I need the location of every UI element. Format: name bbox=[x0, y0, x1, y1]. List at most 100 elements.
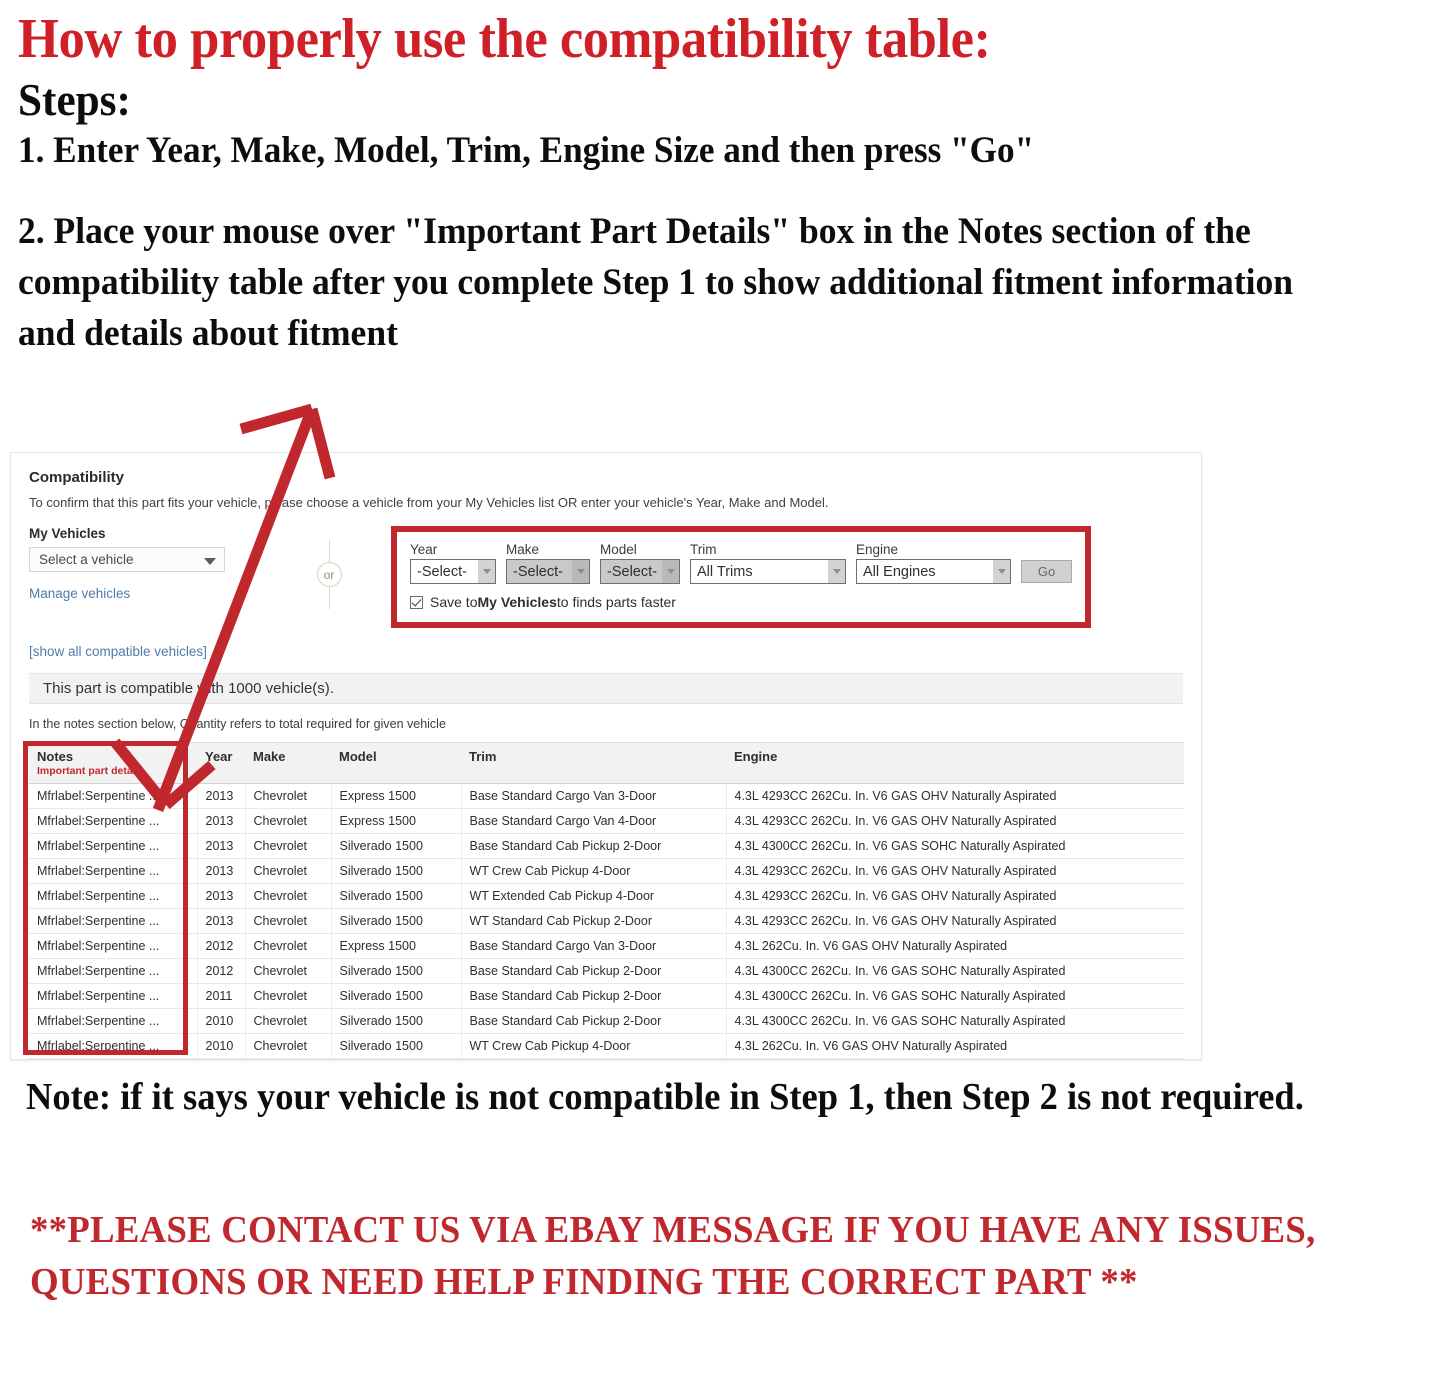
compatibility-heading: Compatibility bbox=[29, 469, 125, 486]
table-row[interactable]: Mfrlabel:Serpentine ... 2013 Chevrolet Silv… bbox=[29, 858, 1184, 884]
column-header-make[interactable]: Make bbox=[245, 742, 331, 784]
cell-make: Chevrolet bbox=[245, 933, 332, 959]
save-to-my-vehicles-row[interactable]: Save to My Vehicles to finds parts faste… bbox=[410, 594, 1072, 610]
cell-year: 2012 bbox=[197, 958, 246, 984]
cell-model: Silverado 1500 bbox=[331, 1008, 462, 1034]
cell-model: Silverado 1500 bbox=[331, 958, 462, 984]
make-select[interactable]: -Select- bbox=[506, 559, 590, 584]
my-vehicles-group: My Vehicles Select a vehicle Manage vehi… bbox=[29, 526, 267, 601]
cell-notes[interactable]: Mfrlabel:Serpentine ... bbox=[29, 1058, 198, 1059]
manage-vehicles-link[interactable]: Manage vehicles bbox=[29, 586, 267, 601]
table-row[interactable]: Mfrlabel:Serpentine ... 2012 Chevrolet Expr… bbox=[29, 933, 1184, 959]
engine-select[interactable]: All Engines bbox=[856, 559, 1011, 584]
contact-text: **PLEASE CONTACT US VIA EBAY MESSAGE IF … bbox=[30, 1209, 1316, 1303]
cell-notes[interactable]: Mfrlabel:Serpentine ... bbox=[29, 883, 198, 909]
cell-year: 2013 bbox=[197, 833, 246, 859]
table-row[interactable]: Mfrlabel:Serpentine ...2010ChevroletSilv… bbox=[29, 1058, 1184, 1059]
cell-notes[interactable]: Mfrlabel:Serpentine ... bbox=[29, 933, 198, 959]
or-line-bottom bbox=[328, 587, 330, 609]
quantity-note: In the notes section below, Quantity ref… bbox=[29, 717, 446, 731]
cell-trim: Base Standard Cab Pickup 2-Door bbox=[461, 833, 727, 859]
cell-trim: Base Standard Cargo Van 3-Door bbox=[461, 933, 727, 959]
my-vehicles-select[interactable]: Select a vehicle bbox=[29, 547, 225, 572]
cell-trim: WT Extended Cab Pickup 4-Door bbox=[461, 883, 727, 909]
cell-make: Chevrolet bbox=[245, 983, 332, 1009]
cell-notes[interactable]: Mfrlabel:Serpentine ... bbox=[29, 858, 198, 884]
save-checkbox[interactable] bbox=[410, 595, 423, 609]
make-label: Make bbox=[506, 542, 540, 557]
cell-trim: WT Extended Cab Pickup 4-Door bbox=[461, 1058, 727, 1059]
chevron-down-icon bbox=[662, 560, 679, 583]
cell-model: Silverado 1500 bbox=[331, 833, 462, 859]
trim-select[interactable]: All Trims bbox=[690, 559, 846, 584]
cell-notes[interactable]: Mfrlabel:Serpentine ... bbox=[29, 958, 198, 984]
cell-year: 2013 bbox=[197, 883, 246, 909]
step-2-text: 2. Place your mouse over "Important Part… bbox=[18, 210, 1294, 354]
cell-year: 2010 bbox=[197, 1008, 246, 1034]
table-row[interactable]: Mfrlabel:Serpentine ... 2011 Chevrolet Silv… bbox=[29, 983, 1184, 1009]
cell-notes[interactable]: Mfrlabel:Serpentine ... bbox=[29, 1033, 198, 1059]
cell-engine: 4.3L 4293CC 262Cu. In. V6 GAS OHV Natura… bbox=[726, 883, 1184, 909]
compatibility-table: Notes Important part details Year Make M… bbox=[29, 742, 1184, 1059]
vehicle-picker-row: Year -Select- Make -Select- Model -Selec… bbox=[410, 542, 1072, 584]
column-header-notes[interactable]: Notes Important part details bbox=[29, 742, 197, 784]
cell-notes[interactable]: Mfrlabel:Serpentine ... bbox=[29, 1008, 198, 1034]
cell-trim: WT Crew Cab Pickup 4-Door bbox=[461, 858, 727, 884]
cell-notes[interactable]: Mfrlabel:Serpentine ... bbox=[29, 908, 198, 934]
table-row[interactable]: Mfrlabel:Serpentine ... 2013 Chevrolet Silv… bbox=[29, 833, 1184, 859]
cell-notes[interactable]: Mfrlabel:Serpentine ... bbox=[29, 808, 198, 834]
my-vehicles-selected-value: Select a vehicle bbox=[39, 552, 134, 567]
table-body: Mfrlabel:Serpentine ... 2013 Chevrolet Expr… bbox=[29, 783, 1184, 1059]
cell-year: 2013 bbox=[197, 908, 246, 934]
model-label: Model bbox=[600, 542, 637, 557]
cell-notes[interactable]: Mfrlabel:Serpentine ... bbox=[29, 783, 198, 809]
table-row[interactable]: Mfrlabel:Serpentine ... 2013 Chevrolet Silv… bbox=[29, 908, 1184, 934]
table-row[interactable]: Mfrlabel:Serpentine ... 2013 Chevrolet Expr… bbox=[29, 808, 1184, 834]
engine-value: All Engines bbox=[863, 563, 936, 580]
save-suffix-text: to finds parts faster bbox=[556, 594, 676, 610]
table-row[interactable]: Mfrlabel:Serpentine ... 2013 Chevrolet Expr… bbox=[29, 783, 1184, 809]
cell-trim: WT Crew Cab Pickup 4-Door bbox=[461, 1033, 727, 1059]
table-row[interactable]: Mfrlabel:Serpentine ... 2012 Chevrolet Silv… bbox=[29, 958, 1184, 984]
column-header-notes-label: Notes bbox=[37, 749, 74, 764]
cell-engine: 4.3L 4300CC 262Cu. In. V6 GAS SOHC Natur… bbox=[726, 1008, 1184, 1034]
year-label: Year bbox=[410, 542, 438, 557]
cell-make: Chevrolet bbox=[245, 808, 332, 834]
column-header-trim[interactable]: Trim bbox=[461, 742, 726, 784]
cell-notes[interactable]: Mfrlabel:Serpentine ... bbox=[29, 833, 198, 859]
table-row[interactable]: Mfrlabel:Serpentine ...2010ChevroletSilv… bbox=[29, 1008, 1184, 1034]
cell-make: Chevrolet bbox=[245, 858, 332, 884]
compatibility-subtitle: To confirm that this part fits your vehi… bbox=[29, 495, 829, 510]
cell-trim: Base Standard Cab Pickup 2-Door bbox=[461, 958, 727, 984]
cell-engine: 4.3L 4293CC 262Cu. In. V6 GAS OHV Natura… bbox=[726, 908, 1184, 934]
table-row[interactable]: Mfrlabel:Serpentine ... 2013 Chevrolet Silv… bbox=[29, 883, 1184, 909]
chevron-down-icon bbox=[572, 560, 589, 583]
go-button[interactable]: Go bbox=[1021, 560, 1072, 583]
cell-model: Silverado 1500 bbox=[331, 1058, 462, 1059]
cell-trim: Base Standard Cab Pickup 2-Door bbox=[461, 983, 727, 1009]
cell-make: Chevrolet bbox=[245, 833, 332, 859]
cell-notes[interactable]: Mfrlabel:Serpentine ... bbox=[29, 983, 198, 1009]
cell-engine: 4.3L 4300CC 262Cu. In. V6 GAS SOHC Natur… bbox=[726, 958, 1184, 984]
or-line-top bbox=[328, 540, 330, 562]
show-all-compatible-vehicles-link[interactable]: [show all compatible vehicles] bbox=[29, 644, 1183, 659]
column-header-engine[interactable]: Engine bbox=[726, 742, 1184, 784]
chevron-down-icon bbox=[478, 560, 495, 583]
make-value: -Select- bbox=[513, 563, 563, 580]
save-bold-text: My Vehicles bbox=[477, 594, 557, 610]
cell-make: Chevrolet bbox=[245, 908, 332, 934]
cell-engine: 4.3L 4300CC 262Cu. In. V6 GAS SOHC Natur… bbox=[726, 833, 1184, 859]
year-select[interactable]: -Select- bbox=[410, 559, 496, 584]
column-header-model[interactable]: Model bbox=[331, 742, 461, 784]
cell-engine: 4.3L 262Cu. In. V6 GAS OHV Naturally Asp… bbox=[726, 1058, 1184, 1059]
model-value: -Select- bbox=[607, 563, 657, 580]
cell-year: 2012 bbox=[197, 933, 246, 959]
cell-year: 2010 bbox=[197, 1058, 246, 1059]
model-select[interactable]: -Select- bbox=[600, 559, 680, 584]
cell-model: Express 1500 bbox=[331, 783, 462, 809]
table-row[interactable]: Mfrlabel:Serpentine ...2010ChevroletSilv… bbox=[29, 1033, 1184, 1059]
column-header-year[interactable]: Year bbox=[197, 742, 245, 784]
table-head: Notes Important part details Year Make M… bbox=[29, 742, 1184, 784]
engine-field: Engine All Engines bbox=[856, 542, 1011, 584]
cell-make: Chevrolet bbox=[245, 1008, 332, 1034]
